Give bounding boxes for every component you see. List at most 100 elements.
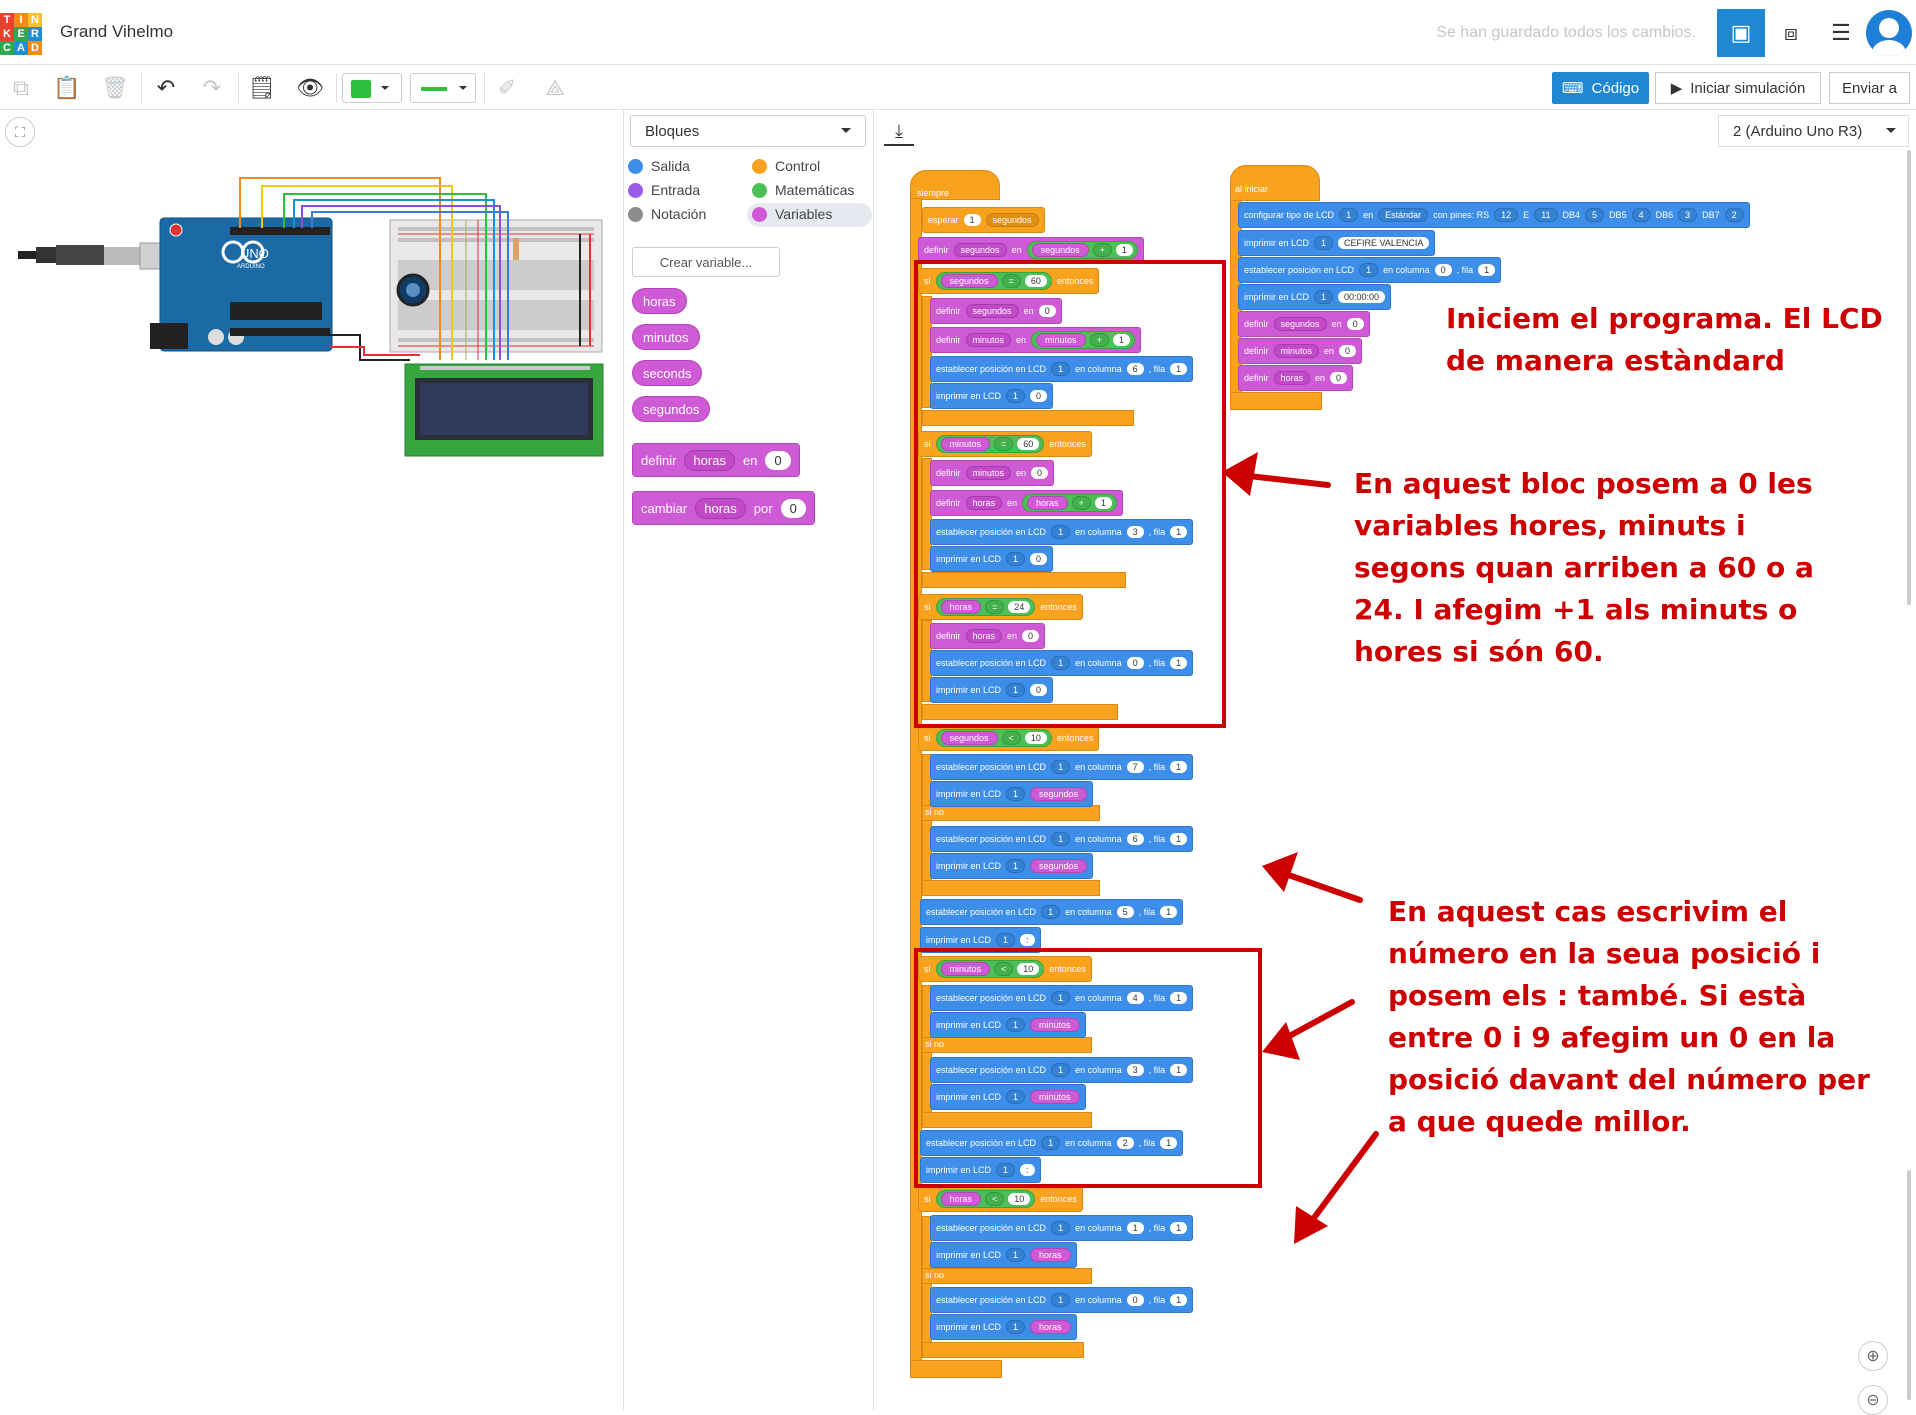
if-else-block[interactable]: si horas <10 entonces (918, 1186, 1083, 1212)
on-start-hat-block[interactable]: al iniciar (1230, 165, 1320, 201)
block-value-input[interactable]: 1 (1170, 833, 1188, 845)
undo-icon[interactable]: ↶ (149, 71, 183, 105)
create-variable-button[interactable]: Crear variable... (632, 247, 780, 277)
tinkercad-logo[interactable]: T I N K E R C A D (0, 13, 42, 55)
lcd-configure-block[interactable]: configurar tipo de LCD 1 en Estándar con pin… (1238, 202, 1750, 228)
block-value-input[interactable]: 0 (1126, 1294, 1144, 1306)
variable-reporter[interactable]: segundos (1031, 243, 1089, 257)
copy-icon[interactable]: ⧉ (4, 71, 38, 105)
block-value-input[interactable]: 1 (1478, 264, 1496, 276)
wire-type-picker[interactable] (410, 73, 476, 103)
math-expression-block[interactable]: segundos <10 (935, 729, 1052, 747)
block-value-input[interactable]: 1 (963, 214, 981, 226)
block-dropdown[interactable]: 1 (1051, 760, 1071, 774)
block-dropdown[interactable]: 2 (1724, 208, 1744, 222)
variable-reporter[interactable]: segundos (940, 731, 998, 745)
set-variable-block[interactable]: definir horas en 0 (1238, 365, 1354, 391)
category-notacion[interactable]: Notación (628, 206, 706, 222)
lcd-set-position-block[interactable]: establecer posición en LCD 1 en columna 5 , … (920, 899, 1184, 925)
variable-horas[interactable]: horas (632, 288, 687, 314)
category-salida[interactable]: Salida (628, 158, 690, 174)
variable-dropdown[interactable]: horas (684, 449, 735, 471)
block-value-input[interactable]: 0 (1434, 264, 1452, 276)
value-input[interactable]: 0 (780, 498, 806, 518)
block-value-input[interactable]: CEFIRE VALENCIA (1338, 237, 1430, 249)
zoom-in-icon[interactable]: ⊕ (1858, 1341, 1888, 1371)
forever-hat-block[interactable]: siempre (910, 170, 1000, 200)
block-dropdown[interactable]: 1 (1006, 1248, 1026, 1262)
block-dropdown[interactable]: 1 (1006, 1320, 1026, 1334)
variable-reporter[interactable]: horas (1030, 1320, 1071, 1334)
lcd-print-block[interactable]: imprimir en LCD 1 horas (930, 1242, 1077, 1268)
lcd-print-block[interactable]: imprimir en LCD 1 segundos (930, 853, 1094, 879)
circuit-view-icon[interactable]: ▣ (1717, 9, 1765, 57)
lcd-print-block[interactable]: imprimir en LCD 1 horas (930, 1314, 1077, 1340)
lcd-set-position-block[interactable]: establecer posición en LCD 1 en columna 0 , … (930, 1287, 1194, 1313)
block-dropdown[interactable]: 1 (1006, 787, 1026, 801)
paste-icon[interactable]: 📋 (50, 71, 84, 105)
block-dropdown[interactable]: < (985, 1192, 1005, 1206)
design-title[interactable]: Grand Vihelmo (60, 22, 173, 42)
avatar[interactable] (1866, 10, 1912, 56)
variable-reporter[interactable]: segundos (1030, 787, 1088, 801)
block-dropdown[interactable]: segundos (1273, 317, 1327, 331)
block-value-input[interactable]: 1 (1170, 761, 1188, 773)
block-value-input[interactable]: : (1020, 934, 1035, 946)
download-icon[interactable]: ⤓ (884, 118, 914, 146)
block-dropdown[interactable]: minutos (1273, 344, 1320, 358)
variable-reporter[interactable]: horas (940, 1192, 982, 1206)
category-control[interactable]: Control (752, 158, 820, 174)
circuit-canvas[interactable]: ⛶ UNO ARDUINO (0, 110, 624, 1410)
block-dropdown[interactable]: + (1092, 243, 1112, 257)
block-dropdown[interactable]: 1 (1041, 905, 1061, 919)
math-expression-block[interactable]: segundos +1 (1026, 241, 1138, 259)
block-dropdown[interactable]: 12 (1494, 208, 1519, 222)
block-dropdown[interactable]: 1 (996, 933, 1016, 947)
block-dropdown[interactable]: horas (1273, 371, 1311, 385)
set-variable-block[interactable]: definir minutos en 0 (1238, 338, 1363, 364)
lcd-print-block[interactable]: imprimir en LCD 1 segundos (930, 781, 1094, 807)
block-dropdown[interactable]: 1 (1006, 859, 1026, 873)
variable-segundos[interactable]: segundos (632, 396, 711, 422)
scrollbar-vertical[interactable] (1907, 150, 1911, 605)
set-variable-block[interactable]: definir segundos en 0 (1238, 311, 1370, 337)
block-value-input[interactable]: 00:00:00 (1338, 291, 1386, 303)
block-value-input[interactable]: 0 (1339, 345, 1357, 357)
component-list-icon[interactable]: ☰ (1817, 9, 1865, 57)
block-dropdown[interactable]: < (1001, 731, 1021, 745)
variable-minutos[interactable]: minutos (632, 324, 700, 350)
block-value-input[interactable]: 1 (1170, 1294, 1188, 1306)
set-variable-block[interactable]: definir horas en 0 (632, 443, 800, 477)
variable-reporter[interactable]: horas (1030, 1248, 1071, 1262)
math-expression-block[interactable]: horas <10 (935, 1190, 1036, 1208)
variable-reporter[interactable]: segundos (1030, 859, 1088, 873)
lcd-set-position-block[interactable]: establecer posición en LCD 1 en columna 1 , … (930, 1215, 1194, 1241)
redo-icon[interactable]: ↷ (195, 71, 229, 105)
block-value-input[interactable]: 0 (1330, 372, 1348, 384)
value-input[interactable]: 0 (765, 450, 791, 470)
block-value-input[interactable]: 1 (1170, 1222, 1188, 1234)
block-dropdown[interactable]: 4 (1631, 208, 1651, 222)
block-dropdown[interactable]: 1 (1339, 208, 1359, 222)
schematic-view-icon[interactable]: ⧈ (1767, 9, 1815, 57)
block-dropdown[interactable]: 1 (1051, 832, 1071, 846)
wait-block[interactable]: esperar 1 segundos (922, 207, 1045, 233)
lcd-print-block[interactable]: imprimir en LCD 1 CEFIRE VALENCIA (1238, 230, 1436, 256)
start-simulation-button[interactable]: ▶ Iniciar simulación (1655, 72, 1821, 104)
lcd-set-position-block[interactable]: establecer posición en LCD 1 en columna 7 , … (930, 754, 1194, 780)
lcd-set-position-block[interactable]: establecer posición en LCD 1 en columna 6 , … (930, 826, 1194, 852)
block-value-input[interactable]: 0 (1346, 318, 1364, 330)
scrollbar-vertical[interactable] (1907, 1170, 1911, 1400)
category-entrada[interactable]: Entrada (628, 182, 700, 198)
block-dropdown[interactable]: 1 (1359, 263, 1379, 277)
category-variables[interactable]: Variables (752, 206, 832, 222)
if-else-block[interactable]: si segundos <10 entonces (918, 725, 1100, 751)
block-dropdown[interactable]: 1 (1314, 290, 1334, 304)
block-value-input[interactable]: 1 (1126, 1222, 1144, 1234)
block-dropdown[interactable]: segundos (985, 213, 1039, 227)
block-value-input[interactable]: 5 (1116, 906, 1134, 918)
block-value-input[interactable]: 10 (1008, 1193, 1031, 1205)
block-value-input[interactable]: 7 (1126, 761, 1144, 773)
notes-icon[interactable]: 🗒 (245, 71, 279, 105)
block-dropdown[interactable]: 1 (1314, 236, 1334, 250)
